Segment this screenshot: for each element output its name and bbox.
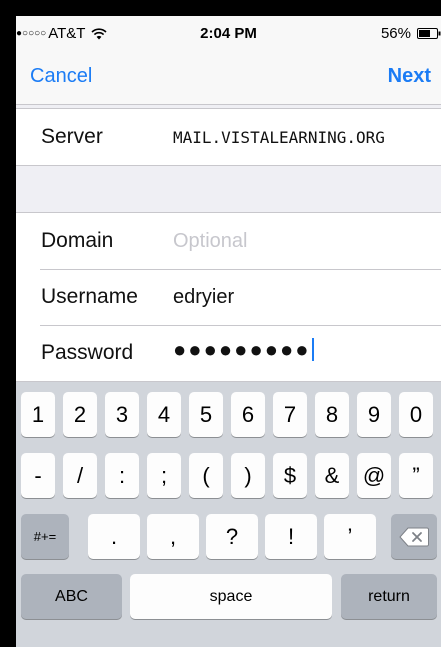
key-period[interactable]: .: [88, 514, 140, 559]
key-exclamation[interactable]: !: [265, 514, 317, 559]
key-1[interactable]: 1: [21, 392, 55, 437]
server-section: Server MAIL.VISTALEARNING.ORG: [16, 108, 441, 166]
battery-percent: 56%: [380, 25, 411, 42]
key-7[interactable]: 7: [273, 392, 307, 437]
key-slash[interactable]: /: [63, 453, 97, 498]
key-2[interactable]: 2: [63, 392, 97, 437]
status-right: 56%: [381, 25, 441, 42]
key-4[interactable]: 4: [147, 392, 181, 437]
server-field[interactable]: MAIL.VISTALEARNING.ORG: [173, 128, 433, 147]
server-label: Server: [41, 125, 103, 148]
key-dollar[interactable]: $: [273, 453, 307, 498]
username-label: Username: [41, 285, 138, 308]
space-key[interactable]: space: [130, 574, 332, 619]
next-button[interactable]: Next: [388, 65, 431, 88]
domain-row[interactable]: Domain: [16, 213, 441, 269]
key-ampersand[interactable]: &: [315, 453, 349, 498]
account-section: Domain Username edryier Password ●●●●●●●…: [16, 212, 441, 382]
password-label: Password: [41, 341, 134, 364]
key-0[interactable]: 0: [399, 392, 433, 437]
password-row[interactable]: Password ●●●●●●●●●: [16, 325, 441, 381]
key-question[interactable]: ?: [206, 514, 258, 559]
password-mask: ●●●●●●●●●: [173, 337, 311, 362]
key-6[interactable]: 6: [231, 392, 265, 437]
status-bar: ●○○○○ AT&T 2:04 PM 56%: [16, 16, 441, 50]
key-hyphen[interactable]: -: [21, 453, 55, 498]
key-8[interactable]: 8: [315, 392, 349, 437]
symbols-toggle-key[interactable]: #+=: [21, 514, 69, 559]
key-comma[interactable]: ,: [147, 514, 199, 559]
text-cursor: [311, 337, 314, 361]
key-semicolon[interactable]: ;: [147, 453, 181, 498]
username-field[interactable]: edryier: [173, 286, 433, 309]
cancel-button[interactable]: Cancel: [30, 65, 92, 88]
screen: ●○○○○ AT&T 2:04 PM 56% Cancel Next Serve…: [16, 16, 441, 647]
nav-bar: Cancel Next: [16, 50, 441, 105]
key-5[interactable]: 5: [189, 392, 223, 437]
battery-icon: [417, 28, 441, 39]
domain-input[interactable]: [173, 230, 433, 253]
key-quote[interactable]: ”: [399, 453, 433, 498]
key-open-paren[interactable]: (: [189, 453, 223, 498]
delete-key[interactable]: [391, 514, 437, 559]
username-row[interactable]: Username edryier: [16, 269, 441, 325]
key-at[interactable]: @: [357, 453, 391, 498]
delete-icon: [399, 527, 429, 546]
abc-key[interactable]: ABC: [21, 574, 122, 619]
key-colon[interactable]: :: [105, 453, 139, 498]
key-apostrophe[interactable]: ’: [324, 514, 376, 559]
keyboard: 1 2 3 4 5 6 7 8 9 0 - / : ; ( ) $ & @ ” …: [16, 382, 441, 647]
return-key[interactable]: return: [341, 574, 437, 619]
key-3[interactable]: 3: [105, 392, 139, 437]
domain-label: Domain: [41, 229, 114, 252]
key-9[interactable]: 9: [357, 392, 391, 437]
password-field[interactable]: ●●●●●●●●●: [173, 337, 433, 363]
status-time: 2:04 PM: [200, 25, 257, 42]
key-close-paren[interactable]: ): [231, 453, 265, 498]
server-row[interactable]: Server MAIL.VISTALEARNING.ORG: [16, 109, 441, 165]
